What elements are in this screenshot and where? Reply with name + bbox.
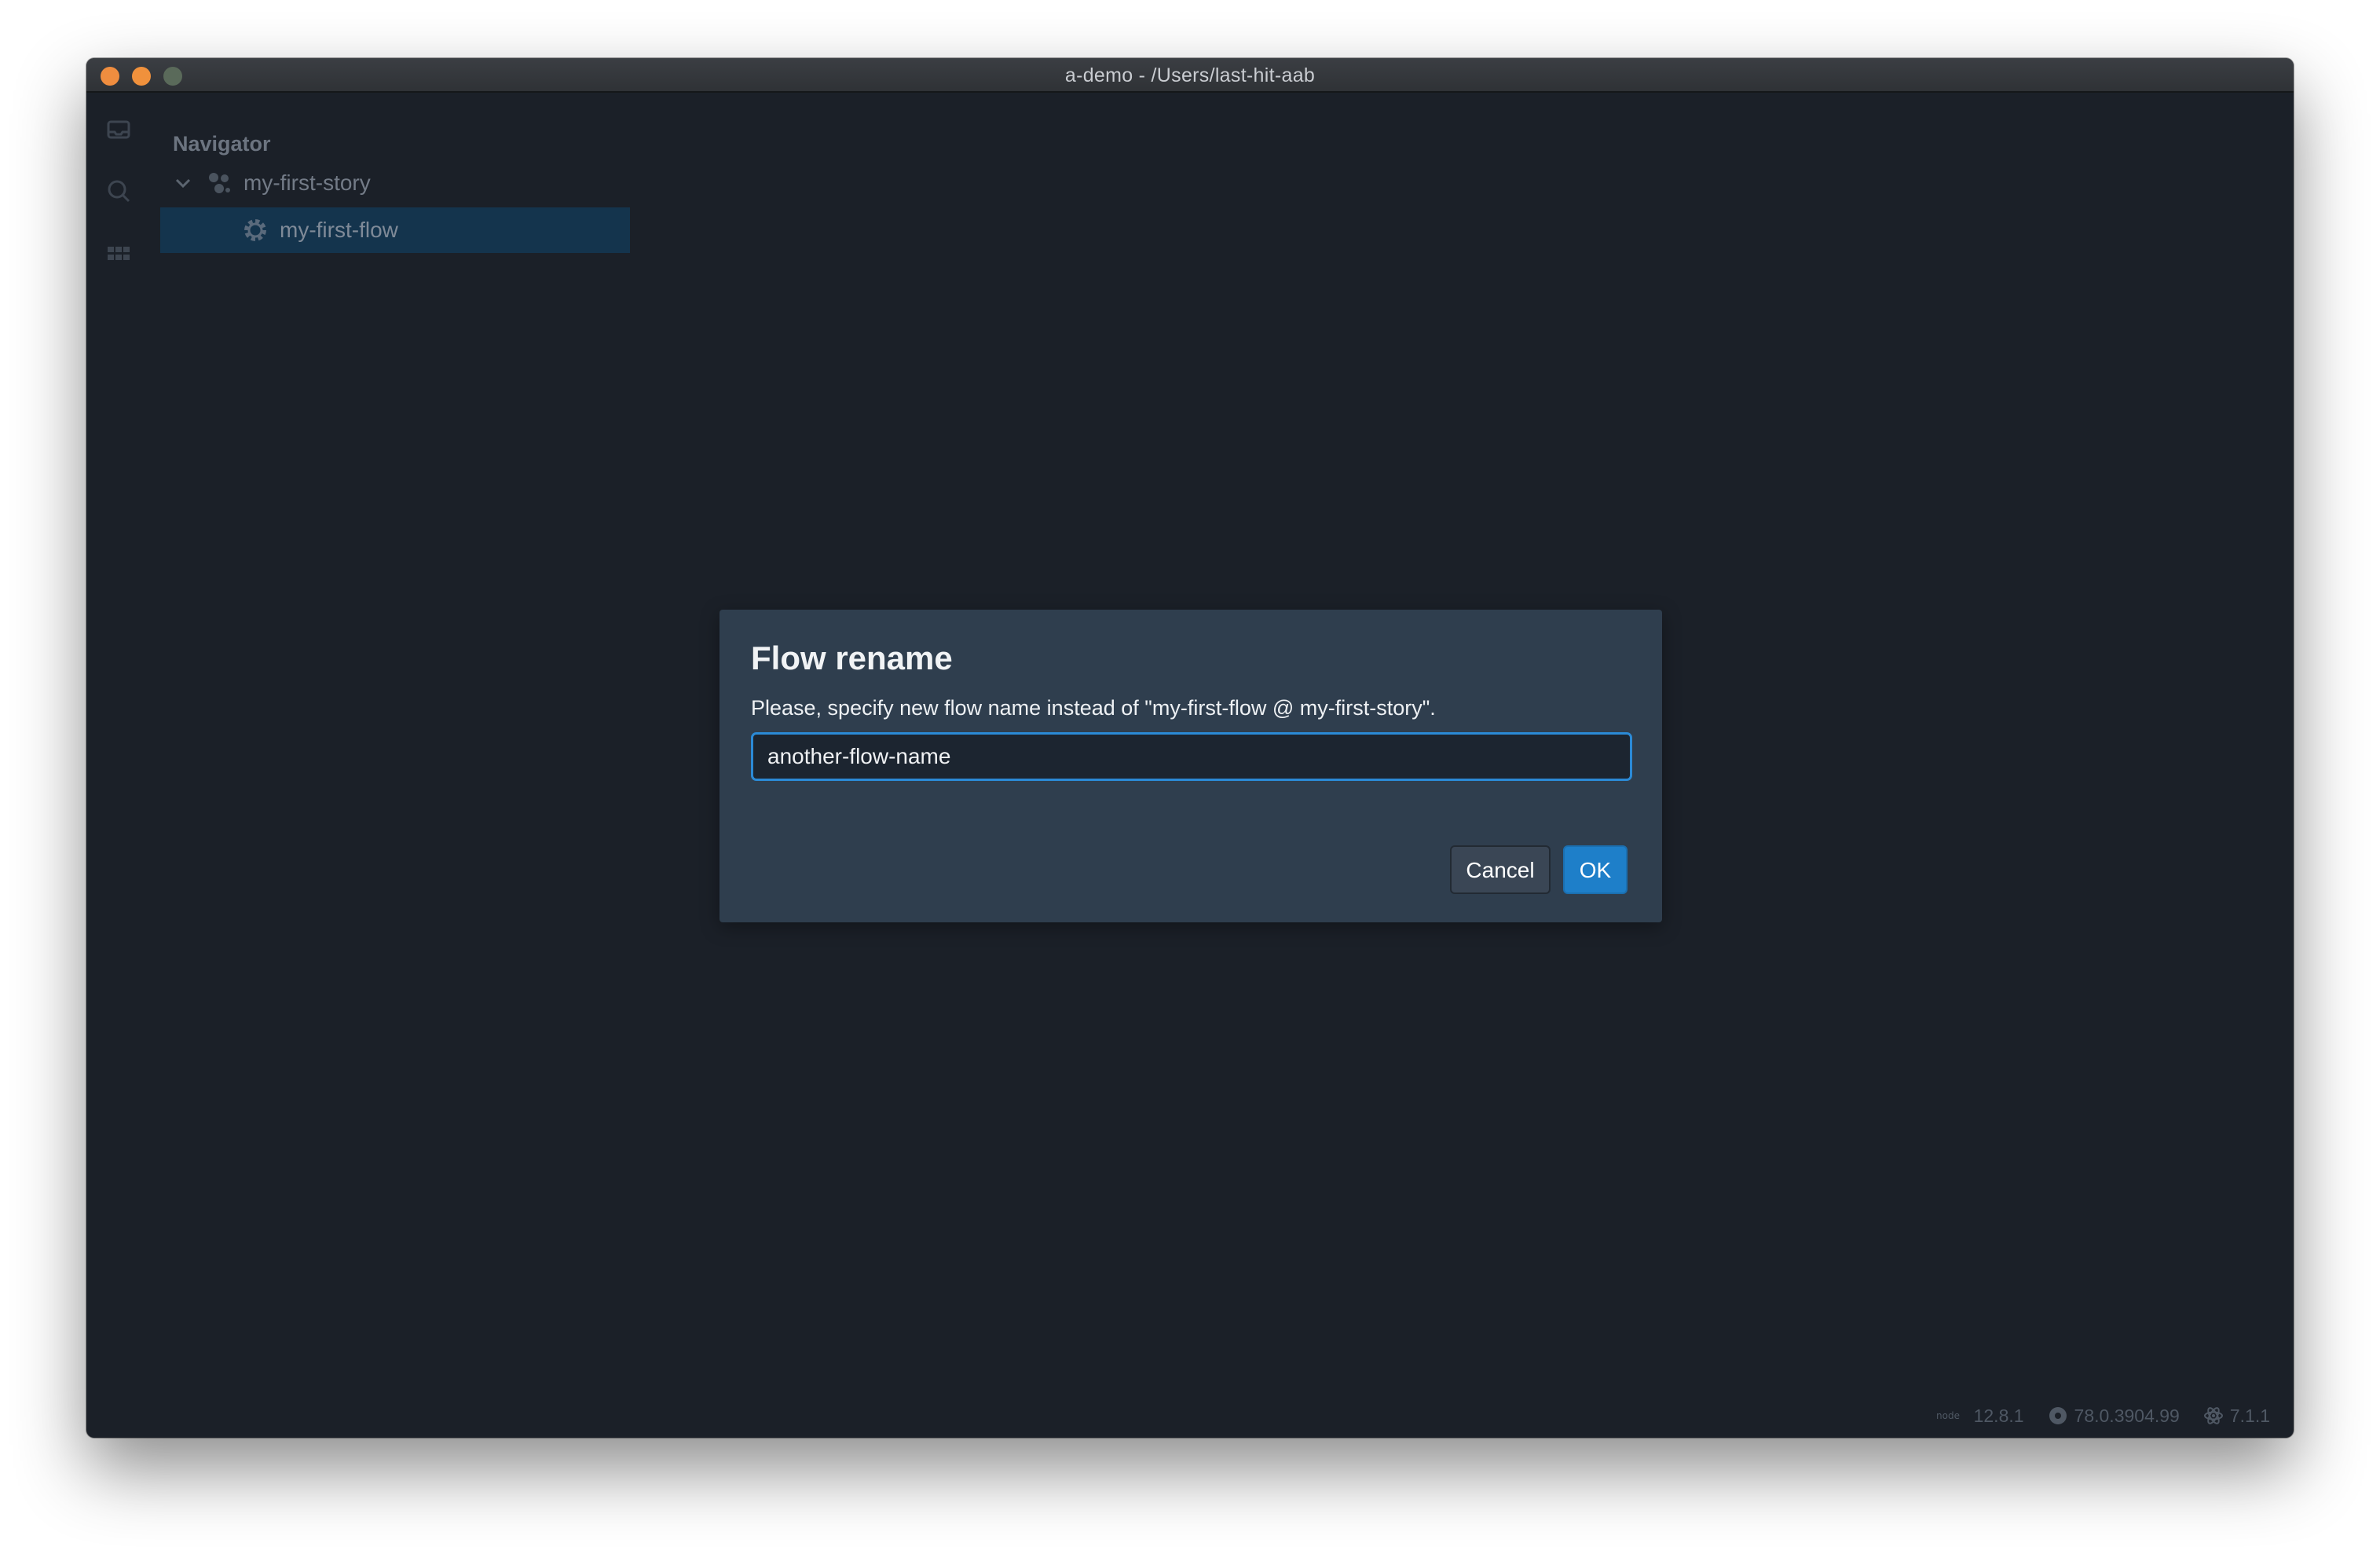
ok-button[interactable]: OK [1563, 845, 1628, 894]
story-icon [209, 173, 230, 193]
flow-label: my-first-flow [280, 218, 398, 242]
status-bar: node 12.8.1 78.0.3904.99 7.1.1 [1913, 1402, 2270, 1430]
navigator-title: Navigator [173, 132, 271, 156]
search-icon[interactable] [105, 178, 132, 204]
flow-name-input[interactable] [751, 732, 1632, 781]
svg-text:node: node [1936, 1410, 1960, 1421]
chrome-version-text: 78.0.3904.99 [2074, 1405, 2180, 1426]
cancel-button[interactable]: Cancel [1450, 845, 1551, 894]
node-icon: node [1936, 1410, 1960, 1421]
grid-icon[interactable] [105, 240, 132, 267]
inbox-icon[interactable] [105, 116, 132, 143]
title-bar: a-demo - /Users/last-hit-aab [86, 58, 2294, 93]
flow-rename-dialog: Flow rename Please, specify new flow nam… [719, 610, 1662, 922]
activity-bar [86, 93, 149, 1438]
navigator-panel: Navigator my-first-story my-first-flow [149, 93, 652, 1438]
tree-item-story[interactable]: my-first-story [160, 160, 630, 206]
app-window: a-demo - /Users/last-hit-aab Navigator m… [86, 58, 2294, 1438]
node-version-text: 12.8.1 [1973, 1405, 2024, 1426]
electron-version-text: 7.1.1 [2229, 1405, 2270, 1426]
electron-icon [2203, 1407, 2223, 1424]
tree-item-flow[interactable]: my-first-flow [160, 207, 630, 253]
gear-icon [244, 219, 266, 241]
story-label: my-first-story [243, 170, 371, 195]
dialog-message: Please, specify new flow name instead of… [751, 696, 1436, 720]
dialog-title: Flow rename [751, 640, 953, 676]
node-version: node 12.8.1 [1936, 1406, 2024, 1427]
electron-version: 7.1.1 [2203, 1406, 2270, 1427]
window-title: a-demo - /Users/last-hit-aab [1064, 64, 1316, 86]
chevron-down-icon[interactable] [173, 173, 193, 193]
chrome-icon [2049, 1407, 2067, 1424]
chrome-version: 78.0.3904.99 [2048, 1406, 2180, 1427]
